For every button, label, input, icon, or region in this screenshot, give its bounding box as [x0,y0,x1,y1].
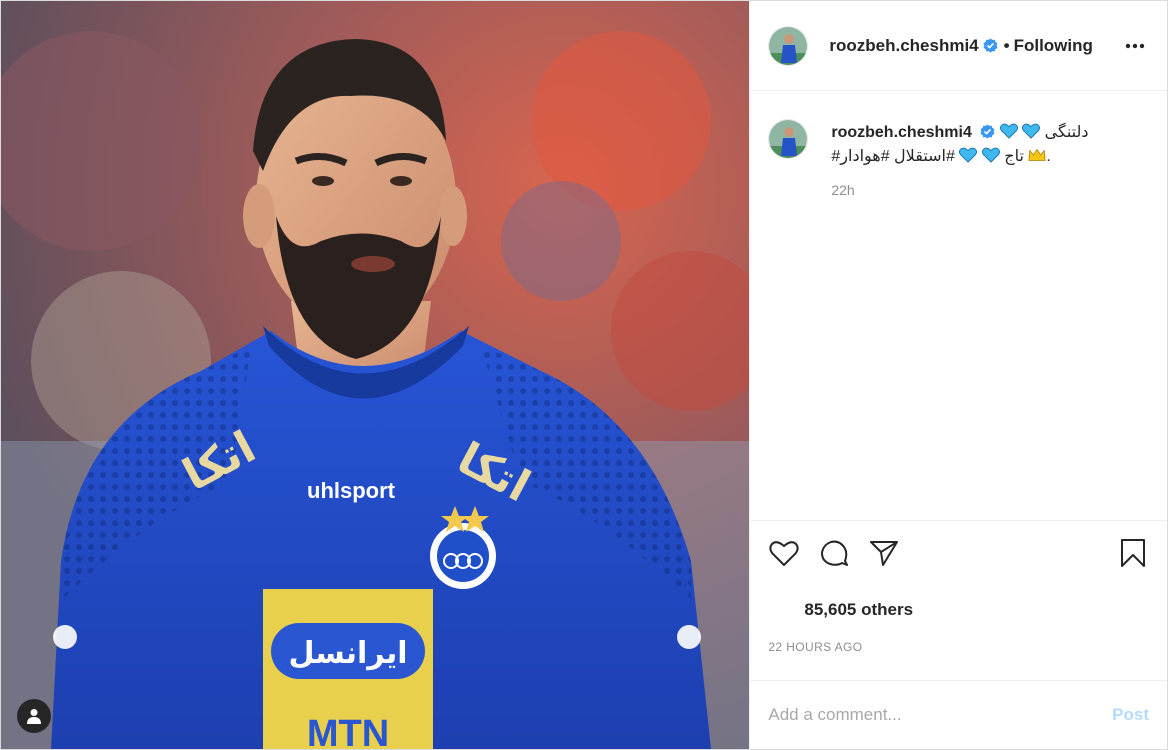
comment-icon[interactable] [818,537,850,569]
heart-icon[interactable] [768,537,800,569]
comment-box: Post [750,680,1167,749]
caption-body: roozbeh.cheshmi4 دلتنگی #تاج #استقلال #ه… [831,121,1088,198]
caption: roozbeh.cheshmi4 دلتنگی #تاج #استقلال #ه… [768,119,1149,198]
share-icon[interactable] [868,537,900,569]
post-comment-button[interactable]: Post [1112,705,1149,725]
comment-input[interactable] [768,705,1113,725]
caption-avatar[interactable] [768,119,809,159]
verified-badge-icon [980,124,995,139]
blue-heart-icon [959,147,978,163]
jersey-brand-text: uhlsport [307,478,396,503]
verified-badge-icon [983,38,998,53]
avatar[interactable] [768,25,809,66]
post-date: 22 HOURS AGO [768,640,863,654]
caption-line-1: roozbeh.cheshmi4 دلتنگی [831,121,1088,145]
caption-text-1: دلتنگی [1044,124,1089,141]
more-icon[interactable] [1121,32,1149,60]
blue-heart-icon [981,147,1000,163]
caption-hashtags[interactable]: #استقلال #هوادار [840,148,955,165]
post-sidebar: roozbeh.cheshmi4 • Following roozbeh.che… [749,1,1167,749]
following-button[interactable]: Following [1014,36,1093,56]
player-photo: اتکا اتکا uhlsport ایرانسل MTN [1,1,750,749]
sponsor-main-text: ایرانسل [288,636,407,671]
post-photo[interactable]: اتکا اتکا uhlsport ایرانسل MTN [1,1,750,749]
user-tag-icon[interactable] [17,699,51,733]
bookmark-icon[interactable] [1117,537,1149,569]
header-separator: • [1003,35,1010,55]
action-bar [750,520,1167,584]
caption-line-2: #تاج #استقلال #هوادار . [831,147,1051,165]
caption-timestamp: 22h [831,182,855,198]
blue-heart-icon [1022,123,1041,139]
post-dialog: اتکا اتکا uhlsport ایرانسل MTN roozbeh.c… [0,0,1168,750]
header-username[interactable]: roozbeh.cheshmi4 [829,36,978,56]
blue-heart-icon [999,123,1018,139]
post-header: roozbeh.cheshmi4 • Following [750,1,1167,91]
likes-count[interactable]: 85,605 others [750,584,1167,632]
crown-icon [1028,148,1046,161]
sponsor-bottom-text: MTN [307,713,389,749]
caption-username[interactable]: roozbeh.cheshmi4 [831,124,971,141]
comments-area: roozbeh.cheshmi4 دلتنگی #تاج #استقلال #ه… [750,91,1167,520]
